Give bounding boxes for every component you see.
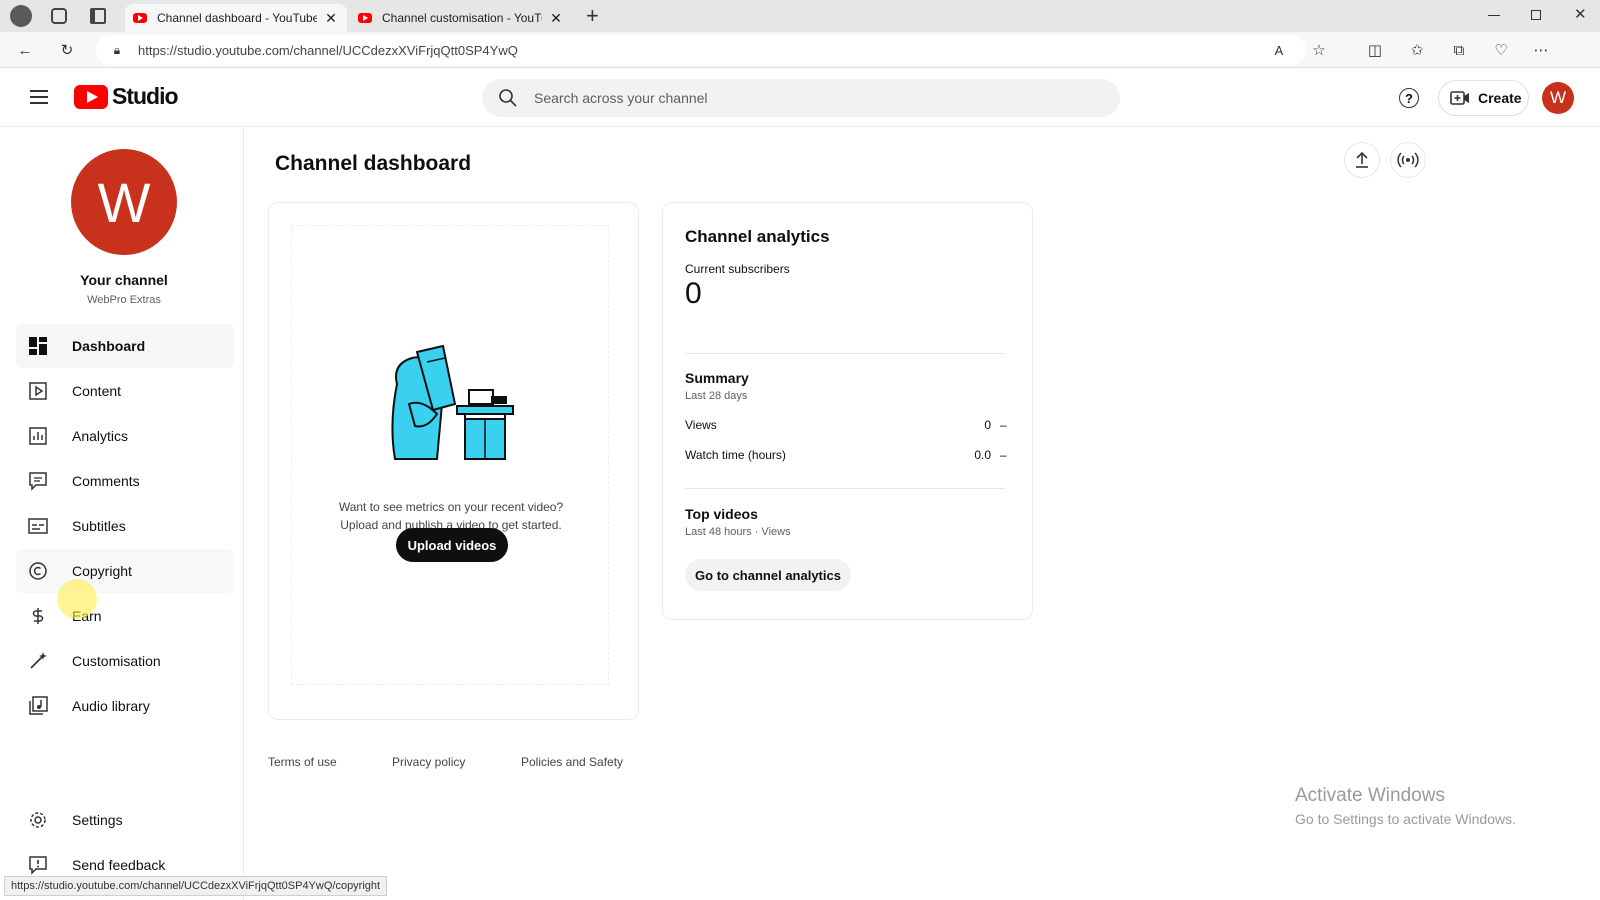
analytics-icon: [29, 427, 47, 445]
page-title: Channel dashboard: [275, 152, 472, 175]
youtube-studio-logo[interactable]: Studio: [74, 83, 179, 110]
account-avatar[interactable]: W: [1542, 82, 1574, 114]
upload-video-card: Want to see metrics on your recent video…: [268, 202, 639, 720]
channel-name: WebPro Extras: [87, 294, 161, 306]
sidebar-item-settings[interactable]: Settings: [16, 798, 234, 842]
views-value: 0: [984, 418, 991, 432]
subtitles-icon: [28, 518, 48, 534]
close-tab-icon[interactable]: ✕: [323, 10, 339, 27]
url-text: https://studio.youtube.com/channel/UCCde…: [138, 43, 518, 58]
live-broadcast-icon: [1397, 152, 1419, 168]
new-tab-button[interactable]: +: [586, 3, 599, 29]
split-screen-icon[interactable]: ◫: [1364, 39, 1386, 61]
help-icon[interactable]: ?: [1399, 88, 1419, 108]
tab-actions-icon[interactable]: [90, 8, 106, 24]
activate-windows-subtitle: Go to Settings to activate Windows.: [1295, 811, 1516, 827]
activate-windows-title: Activate Windows: [1295, 785, 1445, 806]
create-button[interactable]: Create: [1438, 80, 1529, 116]
views-label: Views: [685, 418, 717, 432]
youtube-favicon-icon: [133, 13, 147, 23]
cursor-highlight: [57, 579, 97, 619]
sidebar-item-customisation[interactable]: Customisation: [16, 639, 234, 683]
youtube-favicon-icon: [358, 13, 372, 23]
studio-header: Studio Search across your channel ? Crea…: [0, 69, 1600, 127]
gear-icon: [30, 812, 46, 828]
channel-avatar[interactable]: W: [71, 149, 177, 255]
sidebar-item-subtitles[interactable]: Subtitles: [16, 504, 234, 548]
privacy-link[interactable]: Privacy policy: [392, 755, 465, 769]
top-videos-period: Last 48 hours · Views: [685, 526, 791, 538]
dollar-icon: [32, 608, 44, 624]
views-trend: –: [1000, 418, 1007, 432]
url-field[interactable]: 🔒︎ https://studio.youtube.com/channel/UC…: [96, 35, 1326, 65]
go-live-button[interactable]: [1390, 142, 1426, 178]
refresh-icon[interactable]: ↻: [56, 39, 78, 61]
audio-library-icon: [29, 696, 48, 715]
divider: [685, 488, 1005, 489]
profile-icon[interactable]: [10, 5, 32, 27]
feedback-icon: [29, 856, 47, 875]
link-status-bar: https://studio.youtube.com/channel/UCCde…: [4, 876, 388, 896]
read-aloud-icon[interactable]: A: [1268, 39, 1290, 61]
top-videos-title: Top videos: [685, 506, 758, 522]
upload-card-inner: Want to see metrics on your recent video…: [291, 225, 609, 685]
close-tab-icon[interactable]: ✕: [548, 10, 564, 27]
sidebar-item-analytics[interactable]: Analytics: [16, 414, 234, 458]
analytics-title: Channel analytics: [685, 227, 830, 246]
copyright-icon: [29, 562, 47, 580]
sidebar-item-earn[interactable]: Earn: [16, 594, 234, 638]
watch-time-label: Watch time (hours): [685, 448, 786, 462]
browser-essentials-icon[interactable]: ♡: [1490, 39, 1512, 61]
sidebar-item-audio-library[interactable]: Audio library: [16, 684, 234, 728]
summary-title: Summary: [685, 370, 749, 386]
collections-icon[interactable]: ⧉: [1448, 39, 1470, 61]
divider: [685, 353, 1005, 354]
upload-button[interactable]: [1344, 142, 1380, 178]
subscribers-label: Current subscribers: [685, 262, 790, 276]
sidebar-item-copyright[interactable]: Copyright: [16, 549, 234, 593]
comments-icon: [29, 472, 47, 491]
sidebar-item-content[interactable]: Content: [16, 369, 234, 413]
go-to-analytics-button[interactable]: Go to channel analytics: [685, 559, 851, 591]
upload-videos-button[interactable]: Upload videos: [396, 528, 508, 562]
terms-link[interactable]: Terms of use: [268, 755, 337, 769]
analytics-illustration-icon: [391, 344, 514, 460]
channel-title: Your channel: [80, 272, 168, 288]
create-video-icon: [1450, 91, 1469, 105]
tab-channel-customisation[interactable]: Channel customisation - YouTube ✕: [350, 4, 572, 32]
tab-channel-dashboard[interactable]: Channel dashboard - YouTube St ✕: [125, 4, 347, 32]
browser-address-bar: ← ↻ 🔒︎ https://studio.youtube.com/channe…: [0, 32, 1600, 94]
watch-time-value: 0.0: [974, 448, 991, 462]
channel-analytics-card: Channel analytics Current subscribers 0 …: [662, 202, 1033, 620]
restore-icon[interactable]: [1531, 10, 1541, 20]
search-icon: [499, 89, 517, 107]
minimize-icon[interactable]: [1488, 15, 1500, 16]
more-options-icon[interactable]: ⋯: [1530, 39, 1552, 61]
workspaces-icon[interactable]: [51, 8, 67, 24]
close-icon[interactable]: ✕: [1574, 5, 1587, 23]
sidebar: W Your channel WebPro Extras Dashboard C…: [0, 128, 244, 900]
content-icon: [29, 382, 47, 400]
summary-period: Last 28 days: [685, 390, 748, 402]
browser-tab-bar: Channel dashboard - YouTube St ✕ Channel…: [0, 0, 1600, 32]
policies-link[interactable]: Policies and Safety: [521, 755, 623, 769]
favorites-icon[interactable]: ✩: [1406, 39, 1428, 61]
dashboard-icon: [29, 337, 47, 355]
wand-icon: [30, 652, 47, 669]
back-icon[interactable]: ←: [14, 39, 36, 61]
upload-icon: [1356, 151, 1368, 168]
menu-icon[interactable]: [30, 89, 48, 105]
youtube-logo-icon: [74, 84, 108, 109]
lock-icon: 🔒︎: [113, 42, 121, 57]
sidebar-item-comments[interactable]: Comments: [16, 459, 234, 503]
subscribers-value: 0: [685, 277, 702, 310]
search-input[interactable]: Search across your channel: [482, 79, 1120, 117]
watch-time-trend: –: [1000, 448, 1007, 462]
favorite-star-icon[interactable]: ☆: [1308, 39, 1330, 61]
sidebar-item-dashboard[interactable]: Dashboard: [16, 324, 234, 368]
